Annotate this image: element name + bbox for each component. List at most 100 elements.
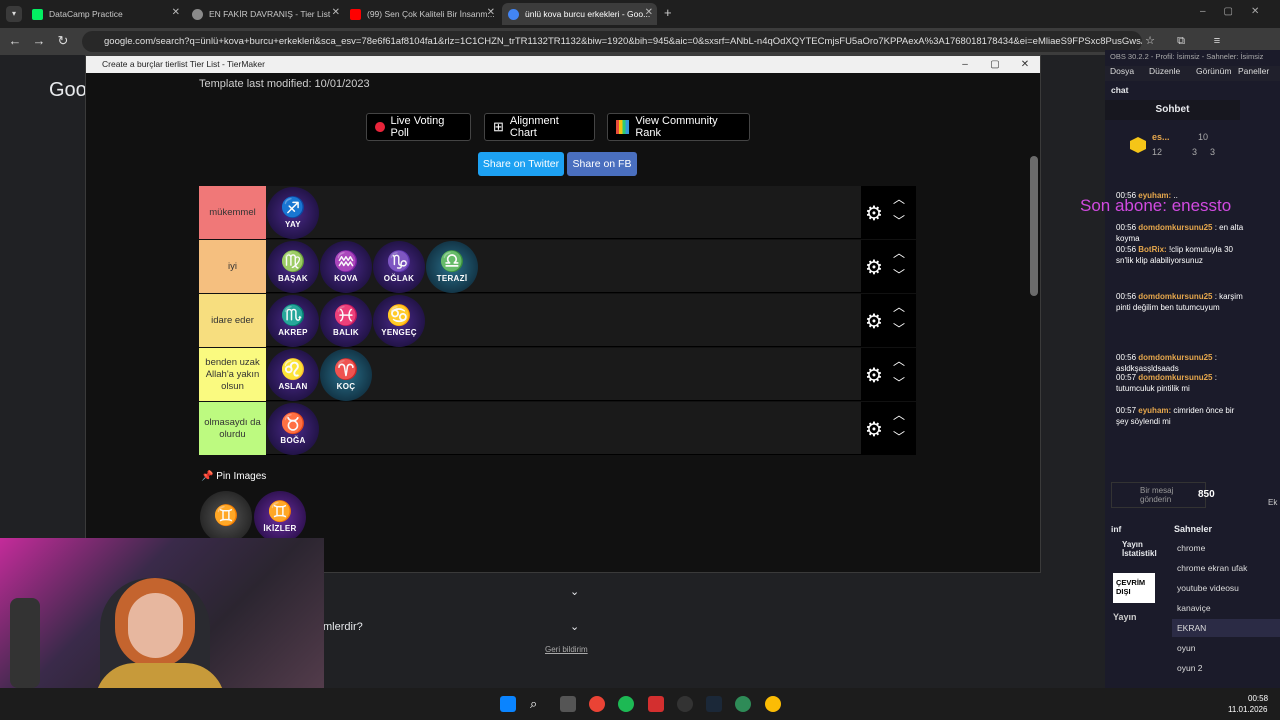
chevron-up-icon[interactable]: ︿ (893, 244, 905, 261)
scene-item[interactable]: youtube videosu (1172, 579, 1280, 597)
tab-tier-list[interactable]: EN FAKİR DAVRANIŞ - Tier List ✕ (186, 3, 344, 25)
zodiac-sign-1[interactable]: ♓ BALIK (320, 295, 372, 347)
gear-icon[interactable]: ⚙ (865, 417, 883, 442)
chevron-down-icon[interactable]: ﹀ (893, 266, 905, 283)
menu-dosya[interactable]: Dosya (1110, 66, 1134, 76)
obs-title: OBS 30.2.2 - Profil: İsimsiz - Sahneler:… (1110, 52, 1264, 61)
chat-username[interactable]: domdomkursunu25 (1138, 292, 1212, 301)
zodiac-sign-1[interactable]: ♒ KOVA (320, 241, 372, 293)
tier-label[interactable]: idare eder (199, 294, 266, 347)
tab-datacamp[interactable]: DataCamp Practice ✕ (26, 3, 184, 25)
chevron-up-icon[interactable]: ︿ (893, 352, 905, 369)
chevron-up-icon[interactable]: ︿ (893, 298, 905, 315)
scene-item[interactable]: oyun (1172, 639, 1280, 657)
gear-icon[interactable]: ⚙ (865, 201, 883, 226)
search-icon[interactable]: ⌕ (530, 696, 546, 712)
chat-username[interactable]: domdomkursunu25 (1138, 223, 1212, 232)
zodiac-sign-0[interactable]: ♍ BAŞAK (267, 241, 319, 293)
scene-item[interactable]: chrome (1172, 539, 1280, 557)
chat-message: 00:56 domdomkursunu25 : asldkşasşldsaads (1116, 352, 1246, 374)
chat-username[interactable]: domdomkursunu25 (1138, 353, 1212, 362)
start-icon[interactable] (500, 696, 516, 712)
feedback-link[interactable]: Geri bildirim (545, 645, 588, 654)
chat-time: 00:57 (1116, 406, 1137, 415)
chat-input[interactable]: Bir mesaj gönderin (1111, 482, 1206, 508)
maximize-button[interactable]: ▢ (980, 56, 1010, 73)
close-icon[interactable]: ✕ (645, 7, 653, 18)
zodiac-sign-0[interactable]: ♌ ASLAN (267, 349, 319, 401)
close-icon[interactable]: ✕ (332, 7, 340, 18)
chat-message: 00:56 domdomkursunu25 : en alta koyma (1116, 222, 1246, 244)
reload-icon[interactable]: ↻ (54, 32, 72, 50)
new-tab-button[interactable]: + (664, 5, 672, 20)
zodiac-sign-3[interactable]: ♎ TERAZİ (426, 241, 478, 293)
gear-icon[interactable]: ⚙ (865, 309, 883, 334)
chrome-icon-2[interactable] (765, 696, 781, 712)
tab-youtube[interactable]: (99) Sen Çok Kaliteli Bir İnsanm... ✕ (344, 3, 499, 25)
obs-icon[interactable] (677, 696, 693, 712)
zodiac-sign-0[interactable]: ♉ BOĞA (267, 403, 319, 455)
gear-icon[interactable]: ⚙ (865, 255, 883, 280)
zodiac-sign-2[interactable]: ♋ YENGEÇ (373, 295, 425, 347)
menu-paneller[interactable]: Paneller (1238, 66, 1269, 76)
zodiac-sign-1[interactable]: ♈ KOÇ (320, 349, 372, 401)
gear-icon[interactable]: ⚙ (865, 363, 883, 388)
app-icon-2[interactable] (735, 696, 751, 712)
tier-label[interactable]: iyi (199, 240, 266, 293)
chat-username[interactable]: eyuham: (1138, 191, 1171, 200)
window-controls[interactable]: –▢✕ (1200, 6, 1277, 17)
back-icon[interactable]: ← (6, 32, 24, 50)
menu-icon[interactable]: ≡ (1208, 32, 1226, 50)
tab-search-button[interactable]: ▾ (6, 6, 22, 22)
chevron-down-icon[interactable]: ﹀ (893, 212, 905, 229)
extensions-icon[interactable]: ⧉ (1172, 32, 1190, 50)
scene-item[interactable]: EKRAN (1172, 619, 1280, 637)
close-icon[interactable]: ✕ (487, 7, 495, 18)
minimize-button[interactable]: – (950, 56, 980, 73)
zodiac-sign-0[interactable]: ♐ YAY (267, 187, 319, 239)
chevron-down-icon[interactable]: ⌄ (570, 620, 579, 633)
sign-name: BALIK (333, 327, 359, 337)
alignment-chart-button[interactable]: ⊞ Alignment Chart (484, 113, 595, 141)
chat-username[interactable]: BotRix: (1138, 245, 1166, 254)
share-fb-button[interactable]: Share on FB (567, 152, 637, 176)
chat-message: 00:57 domdomkursunu25 : tutumculuk pinti… (1116, 372, 1246, 394)
live-voting-poll-button[interactable]: Live Voting Poll (366, 113, 471, 141)
pinned-sign-gemini-2[interactable]: ♊ İKİZLER (254, 491, 306, 543)
tier-label[interactable]: olmasaydı da olurdu (199, 402, 266, 455)
menu-duzenle[interactable]: Düzenle (1149, 66, 1180, 76)
chrome-icon[interactable] (589, 696, 605, 712)
bookmark-star-icon[interactable]: ☆ (1141, 32, 1159, 50)
yayin-stats[interactable]: Yayın İstatistikl (1122, 540, 1167, 558)
chevron-up-icon[interactable]: ︿ (893, 406, 905, 423)
chat-username[interactable]: eyuham: (1138, 406, 1171, 415)
task-view-icon[interactable] (560, 696, 576, 712)
tier-label[interactable]: benden uzak Allah'a yakın olsun (199, 348, 266, 401)
pinned-sign-gemini-1[interactable]: ♊ (200, 491, 252, 543)
view-community-rank-button[interactable]: View Community Rank (607, 113, 750, 141)
faq-question[interactable]: mlerdir? (323, 621, 363, 633)
close-icon[interactable]: ✕ (172, 7, 180, 18)
chevron-down-icon[interactable]: ﹀ (893, 320, 905, 337)
forward-icon[interactable]: → (30, 32, 48, 50)
chat-username[interactable]: domdomkursunu25 (1138, 373, 1212, 382)
scene-item[interactable]: chrome ekran ufak (1172, 559, 1280, 577)
share-twitter-button[interactable]: Share on Twitter (478, 152, 564, 176)
chevron-down-icon[interactable]: ⌄ (570, 585, 579, 598)
scene-item[interactable]: oyun 2 (1172, 659, 1280, 677)
spotify-icon[interactable] (618, 696, 634, 712)
app-icon[interactable] (648, 696, 664, 712)
close-button[interactable]: ✕ (1010, 56, 1040, 73)
zodiac-sign-2[interactable]: ♑ OĞLAK (373, 241, 425, 293)
tab-google-search[interactable]: ünlü kova burcu erkekleri - Goo... ✕ (502, 3, 657, 25)
steam-icon[interactable] (706, 696, 722, 712)
tier-label[interactable]: mükemmel (199, 186, 266, 239)
menu-gorunum[interactable]: Görünüm (1196, 66, 1231, 76)
chevron-down-icon[interactable]: ﹀ (893, 428, 905, 445)
scene-item[interactable]: kanaviçe (1172, 599, 1280, 617)
address-bar[interactable]: google.com/search?q=ünlü+kova+burcu+erke… (82, 31, 1142, 52)
chevron-down-icon[interactable]: ﹀ (893, 374, 905, 391)
popup-scrollbar[interactable] (1030, 156, 1038, 296)
zodiac-sign-0[interactable]: ♏ AKREP (267, 295, 319, 347)
chevron-up-icon[interactable]: ︿ (893, 190, 905, 207)
